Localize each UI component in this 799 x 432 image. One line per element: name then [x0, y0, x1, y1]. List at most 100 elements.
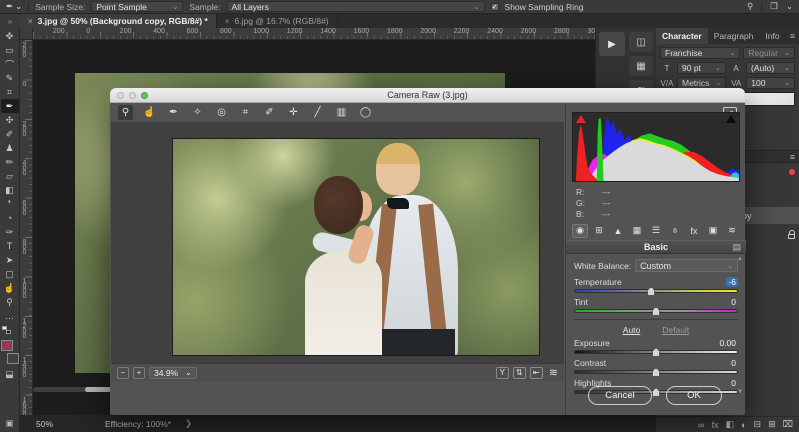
background-swatch[interactable]	[7, 353, 19, 364]
tab-tone-curve[interactable]: ⊞	[591, 224, 607, 238]
swap-settings-button[interactable]: ⇤	[530, 367, 543, 379]
adjustment-brush-tool[interactable]: ╱	[310, 105, 325, 120]
slider-value[interactable]: 0.00	[717, 338, 738, 348]
tab-character[interactable]: Character	[656, 28, 708, 44]
font-family-select[interactable]: Franchise⌄	[660, 47, 740, 59]
auto-link[interactable]: Auto	[623, 325, 641, 335]
active-tool-preset[interactable]: ✒ ⌄	[6, 1, 22, 12]
pen-tool[interactable]: ✑	[1, 225, 19, 239]
actions-panel-icon[interactable]: ◫	[629, 32, 653, 52]
preview-toggle-button[interactable]: Y	[496, 367, 509, 379]
leading-select[interactable]: (Auto)⌄	[746, 62, 795, 74]
brush-tool[interactable]: ✐	[1, 127, 19, 141]
zoom-tool[interactable]: ⚲	[118, 105, 133, 120]
marquee-tool[interactable]: ▭	[1, 43, 19, 57]
crop-tool[interactable]: ⌗	[1, 85, 19, 99]
edit-toolbar[interactable]: …	[1, 309, 19, 323]
preferences-icon[interactable]: ≋	[549, 366, 558, 379]
gradient-tool[interactable]: ◧	[1, 183, 19, 197]
preview-photo[interactable]	[172, 138, 540, 356]
sample-size-select[interactable]: Point Sample ⌄	[91, 1, 183, 12]
default-colors-icon[interactable]	[2, 326, 11, 334]
slider-value[interactable]: 0	[729, 297, 738, 307]
slider-value[interactable]: 0	[729, 358, 738, 368]
hand-tool[interactable]: ☝	[142, 105, 157, 120]
crop-tool[interactable]: ⌗	[238, 105, 253, 120]
eyedropper-tool[interactable]: ✒	[1, 99, 19, 113]
quick-selection-tool[interactable]: ✎	[1, 71, 19, 85]
path-select-tool[interactable]: ➤	[1, 253, 19, 267]
radial-filter-tool[interactable]: ◯	[358, 105, 373, 120]
quick-mask-icon[interactable]: ⬓	[5, 369, 14, 380]
tab-paragraph[interactable]: Paragraph	[708, 28, 760, 44]
screen-mode-icon[interactable]: ▣	[0, 415, 20, 432]
foreground-swatch[interactable]	[1, 340, 13, 351]
healing-brush-tool[interactable]: ✣	[1, 113, 19, 127]
slider-thumb[interactable]	[647, 287, 655, 296]
hand-tool[interactable]: ☝	[1, 281, 19, 295]
font-style-select[interactable]: Regular⌄	[743, 47, 795, 59]
shadow-clipping-icon[interactable]	[576, 115, 586, 123]
highlight-clipping-icon[interactable]	[726, 115, 736, 123]
red-eye-tool[interactable]: ✛	[286, 105, 301, 120]
slider-thumb[interactable]	[652, 348, 660, 357]
tab-hsl[interactable]: ▦	[629, 224, 645, 238]
tab-info[interactable]: Info	[759, 28, 785, 44]
new-layer-icon[interactable]: ⊞	[768, 419, 776, 430]
sample-select[interactable]: All Layers ⌄	[227, 1, 485, 12]
panel-overflow-icon[interactable]: »	[0, 14, 20, 28]
link-layers-icon[interactable]: ∞	[698, 420, 704, 430]
sampling-ring-checkbox[interactable]: ✓	[491, 3, 499, 11]
color-sampler-tool[interactable]: ✧	[190, 105, 205, 120]
tab-effects[interactable]: fx	[686, 224, 702, 238]
layer-group-icon[interactable]: ⊟	[754, 419, 762, 430]
graduated-filter-tool[interactable]: ▥	[334, 105, 349, 120]
before-after-button[interactable]: ⇅	[513, 367, 526, 379]
tab-presets[interactable]: ≋	[724, 224, 740, 238]
zoom-tool[interactable]: ⚲	[1, 295, 19, 309]
search-icon[interactable]: ⚲	[747, 1, 753, 12]
font-size-select[interactable]: 90 pt⌄	[677, 62, 726, 74]
workspace-icon[interactable]: ❐	[770, 1, 778, 12]
eraser-tool[interactable]: ▱	[1, 169, 19, 183]
history-brush-tool[interactable]: ✏	[1, 155, 19, 169]
clone-stamp-tool[interactable]: ♟	[1, 141, 19, 155]
tab-lens-corrections[interactable]: ⌽	[667, 224, 683, 238]
status-arrow-icon[interactable]: ❯	[185, 418, 192, 429]
zoom-in-button[interactable]: +	[133, 367, 145, 379]
panel-menu-icon[interactable]: ≡	[790, 152, 795, 162]
slider-track[interactable]	[574, 350, 738, 354]
close-icon[interactable]: ×	[225, 17, 230, 26]
ok-button[interactable]: OK	[666, 386, 722, 405]
layer-effects-icon[interactable]: fx	[712, 420, 719, 430]
zoom-out-button[interactable]: −	[117, 367, 129, 379]
slider-track[interactable]	[574, 289, 738, 293]
targeted-adjustment-tool[interactable]: ◎	[214, 105, 229, 120]
layer-mask-icon[interactable]: ◧	[726, 419, 735, 430]
scroll-up-icon[interactable]: ▲	[737, 256, 743, 262]
play-action-button[interactable]: ▶	[599, 32, 625, 56]
delete-layer-icon[interactable]: ⌧	[783, 419, 793, 430]
zoom-level-select[interactable]: 34.9% ⌄	[149, 367, 197, 379]
close-window-icon[interactable]	[117, 92, 124, 99]
type-tool[interactable]: T	[1, 239, 19, 253]
zoom-window-icon[interactable]	[141, 92, 148, 99]
tracking-select[interactable]: 100⌄	[746, 77, 795, 89]
minimize-window-icon[interactable]	[129, 92, 136, 99]
dialog-title-bar[interactable]: Camera Raw (3.jpg)	[110, 88, 745, 103]
document-tab[interactable]: ×3.jpg @ 50% (Background copy, RGB/8#) *	[20, 14, 217, 28]
status-zoom-field[interactable]: 50%	[36, 419, 53, 429]
adjustment-layer-icon[interactable]: ◐	[741, 420, 746, 430]
tab-split-toning[interactable]: ☰	[648, 224, 664, 238]
slider-track[interactable]	[574, 370, 738, 374]
brushes-panel-icon[interactable]: ▦	[629, 56, 653, 76]
panel-menu-icon[interactable]: ≡	[786, 28, 799, 44]
tab-basic[interactable]: ◉	[572, 224, 588, 238]
close-icon[interactable]: ×	[28, 17, 33, 26]
move-tool[interactable]: ✜	[1, 29, 19, 43]
tab-camera-calibration[interactable]: ▣	[705, 224, 721, 238]
cancel-button[interactable]: Cancel	[588, 386, 652, 405]
default-link[interactable]: Default	[662, 325, 689, 335]
panel-options-icon[interactable]: ▤	[732, 242, 741, 253]
slider-value[interactable]: -6	[726, 277, 738, 287]
